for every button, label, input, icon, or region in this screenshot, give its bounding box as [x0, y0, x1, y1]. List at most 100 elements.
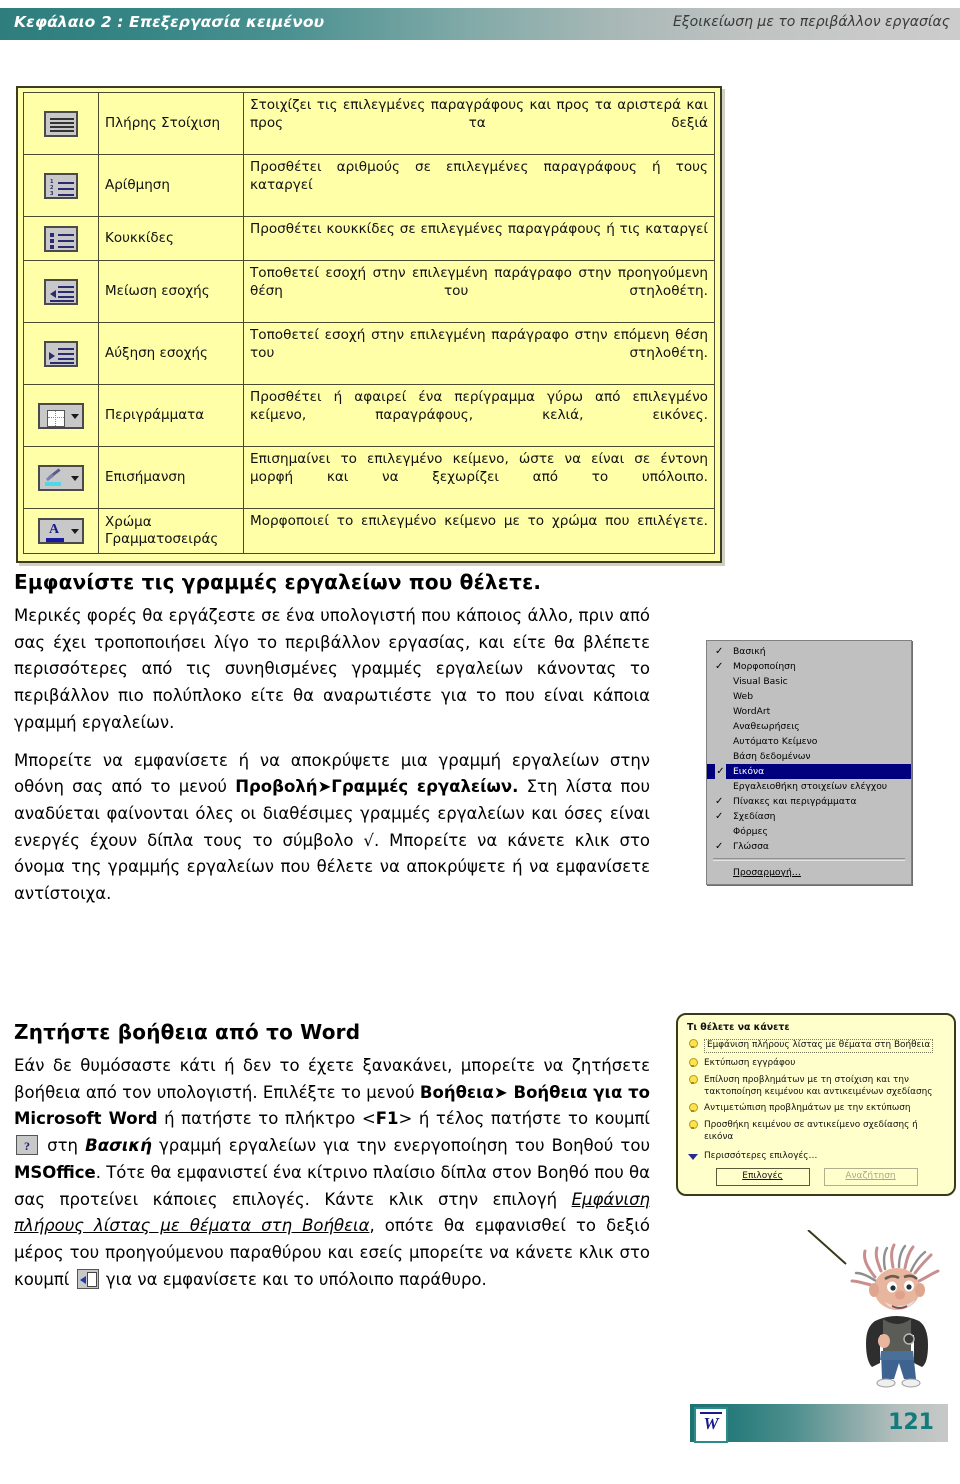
table-cell-description: Τοποθετεί εσοχή στην επιλεγμένη παράγραφ…: [243, 260, 715, 324]
text-run: στη: [40, 1136, 86, 1156]
chevron-down-icon: [71, 475, 79, 481]
lightbulb-icon: [688, 1039, 698, 1049]
menu-item-toolbar[interactable]: Εργαλειοθήκη στοιχείων ελέγχου: [707, 779, 911, 794]
table-cell-name: Πλήρης Στοίχιση: [98, 91, 244, 156]
menu-item-toolbar[interactable]: Βάση δεδομένων: [707, 749, 911, 764]
balloon-option[interactable]: Προσθήκη κειμένου σε αντικείμενο σχεδίασ…: [687, 1120, 946, 1144]
balloon-option-label: Εμφάνιση πλήρους λίστας με θέματα στη Βο…: [704, 1039, 934, 1054]
page-header: Κεφάλαιο 2 : Επεξεργασία κειμένου Εξοικε…: [0, 8, 960, 40]
increase-indent-icon: [44, 340, 78, 367]
table-cell-description: Επισημαίνει το επιλεγμένο κείμενο, ώστε …: [243, 446, 715, 510]
menu-item-label: Μορφοποίηση: [733, 661, 796, 672]
paragraph-help-body: Εάν δε θυμόσαστε κάτι ή δεν το έχετε ξαν…: [14, 1053, 650, 1293]
section-toolbars: Εμφανίστε τις γραμμές εργαλείων που θέλε…: [14, 570, 650, 908]
lightbulb-icon: [688, 1074, 698, 1085]
options-button-label: Επιλογές: [742, 1171, 783, 1182]
question-mark-button-icon: ?: [16, 1135, 38, 1156]
lightbulb-icon: [688, 1103, 698, 1113]
table-cell-description: Προσθέτει κουκκίδες σε επιλεγμένες παραγ…: [243, 216, 715, 262]
text-run: . Τότε θα εμφανιστεί ένα κίτρινο πλαίσιο…: [14, 1162, 650, 1209]
page-title-help: Ζητήστε βοήθεια από το Word: [14, 1020, 361, 1044]
table-row: Αύξηση εσοχής Τοποθετεί εσοχή στην επιλε…: [23, 322, 715, 386]
lightbulb-icon: [688, 1058, 698, 1068]
balloon-option[interactable]: Αντιμετώπιση προβλημάτων με την εκτύπωση: [687, 1103, 946, 1115]
table-cell-icon: 1 2 3: [23, 154, 99, 218]
menu-item-label: Προσαρμογή…: [733, 867, 801, 878]
table-row: Περιγράμματα Προσθέτει ή αφαιρεί ένα περ…: [23, 384, 715, 448]
table-row: Κουκκίδες Προσθέτει κουκκίδες σε επιλεγμ…: [23, 216, 715, 262]
menu-item-label: Visual Basic: [733, 676, 788, 687]
triangle-down-icon: [688, 1153, 698, 1160]
table-row: 1 2 3 Αρίθμηση Προσθέτει αριθμούς σε επι…: [23, 154, 715, 218]
check-icon: ✓: [715, 661, 724, 672]
borders-icon: [38, 402, 84, 429]
msoffice-label: MSOffice: [14, 1162, 96, 1182]
toolbar-reference-table-wrapper: Πλήρης Στοίχιση Στοιχίζει τις επιλεγμένε…: [16, 86, 722, 563]
menu-path-view-toolbars: Προβολή➤Γραμμές εργαλείων.: [235, 777, 519, 797]
table-row: A Χρώμα Γραμματοσειράς Μορφοποιεί το επι…: [23, 508, 715, 554]
menu-item-toolbar[interactable]: ✓ Σχεδίαση: [707, 809, 911, 824]
show-pane-button-icon: [76, 1268, 99, 1289]
table-cell-name: Αρίθμηση: [98, 154, 244, 218]
menu-item-toolbar[interactable]: Visual Basic: [707, 674, 911, 689]
table-cell-description: Μορφοποιεί το επιλεγμένο κείμενο με το χ…: [243, 508, 715, 554]
menu-item-toolbar[interactable]: Αναθεωρήσεις: [707, 719, 911, 734]
menu-item-toolbar[interactable]: ✓ Πίνακες και περιγράμματα: [707, 794, 911, 809]
menu-item-label: Γλώσσα: [733, 841, 769, 852]
key-f1: F1: [375, 1109, 399, 1129]
balloon-option[interactable]: Εμφάνιση πλήρους λίστας με θέματα στη Βο…: [687, 1039, 946, 1054]
menu-item-label: Βάση δεδομένων: [733, 751, 811, 762]
table-row: Επισήμανση Επισημαίνει το επιλεγμένο κεί…: [23, 446, 715, 510]
menu-item-label: Αναθεωρήσεις: [733, 721, 800, 732]
highlight-icon: [38, 464, 84, 491]
menu-item-toolbar[interactable]: WordArt: [707, 704, 911, 719]
menu-item-toolbar[interactable]: Αυτόματο Κείμενο: [707, 734, 911, 749]
menu-item-toolbar[interactable]: ✓ Γλώσσα: [707, 839, 911, 854]
table-cell-name: Περιγράμματα: [98, 384, 244, 448]
balloon-option-label: Αντιμετώπιση προβλημάτων με την εκτύπωση: [704, 1103, 911, 1114]
table-cell-name: Αύξηση εσοχής: [98, 322, 244, 386]
balloon-more-label: Περισσότερες επιλογές…: [704, 1150, 818, 1161]
table-cell-description: Στοιχίζει τις επιλεγμένες παραγράφους κα…: [243, 91, 715, 156]
page-number: 121: [888, 1410, 934, 1435]
page-title: Εμφανίστε τις γραμμές εργαλείων που θέλε…: [14, 570, 542, 594]
menu-item-toolbar[interactable]: ✓ Βασική: [707, 644, 911, 659]
table-cell-name: Μείωση εσοχής: [98, 260, 244, 324]
menu-item-customize[interactable]: Προσαρμογή…: [707, 865, 911, 880]
menu-item-label: Εικόνα: [733, 766, 765, 777]
paragraph-toolbars-intro: Μερικές φορές θα εργάζεστε σε ένα υπολογ…: [14, 606, 650, 732]
menu-item-label: Web: [733, 691, 754, 702]
table-cell-icon: [23, 260, 99, 324]
menu-item-toolbar[interactable]: Φόρμες: [707, 824, 911, 839]
word-logo-icon: W: [694, 1407, 728, 1443]
assistant-balloon[interactable]: Τι θέλετε να κάνετε Εμφάνιση πλήρους λίσ…: [676, 1013, 956, 1197]
table-cell-icon: [23, 322, 99, 386]
menu-item-toolbar[interactable]: ✓ Μορφοποίηση: [707, 659, 911, 674]
chevron-down-icon: [71, 413, 79, 419]
table-cell-icon: [23, 216, 99, 262]
options-button[interactable]: Επιλογές: [715, 1168, 810, 1187]
toolbar-name-standard: Βασική: [85, 1136, 152, 1156]
menu-item-label: Σχεδίαση: [733, 811, 776, 822]
check-icon: ✓: [715, 811, 724, 822]
menu-item-toolbar-selected[interactable]: ✓ Εικόνα: [707, 764, 911, 779]
table-cell-name: Επισήμανση: [98, 446, 244, 510]
section-title: Εξοικείωση με το περιβάλλον εργασίας: [672, 14, 950, 30]
chevron-down-icon: [71, 529, 79, 535]
menu-separator: [713, 858, 905, 861]
menu-item-label: Αυτόματο Κείμενο: [733, 736, 818, 747]
balloon-option[interactable]: Εκτύπωση εγγράφου: [687, 1058, 946, 1070]
balloon-option[interactable]: Επίλυση προβλημάτων με τη στοίχιση και τ…: [687, 1074, 946, 1099]
menu-item-label: Πίνακες και περιγράμματα: [733, 796, 857, 807]
balloon-option-label: Επίλυση προβλημάτων με τη στοίχιση και τ…: [704, 1074, 933, 1097]
table-cell-name: Κουκκίδες: [98, 216, 244, 262]
search-button[interactable]: Αναζήτηση: [823, 1168, 918, 1187]
menu-item-toolbar[interactable]: Web: [707, 689, 911, 704]
search-button-label: Αναζήτηση: [845, 1171, 896, 1182]
toolbars-dropdown-menu[interactable]: ✓ Βασική ✓ Μορφοποίηση Visual Basic Web Wo…: [706, 640, 912, 885]
office-assistant-figure: [850, 1243, 940, 1388]
balloon-more-options[interactable]: Περισσότερες επιλογές…: [687, 1151, 946, 1163]
menu-item-label: Φόρμες: [733, 826, 768, 837]
table-cell-icon: [23, 91, 99, 156]
text-run: για να εμφανίσετε και το υπόλοιπο παράθυ…: [100, 1269, 487, 1289]
